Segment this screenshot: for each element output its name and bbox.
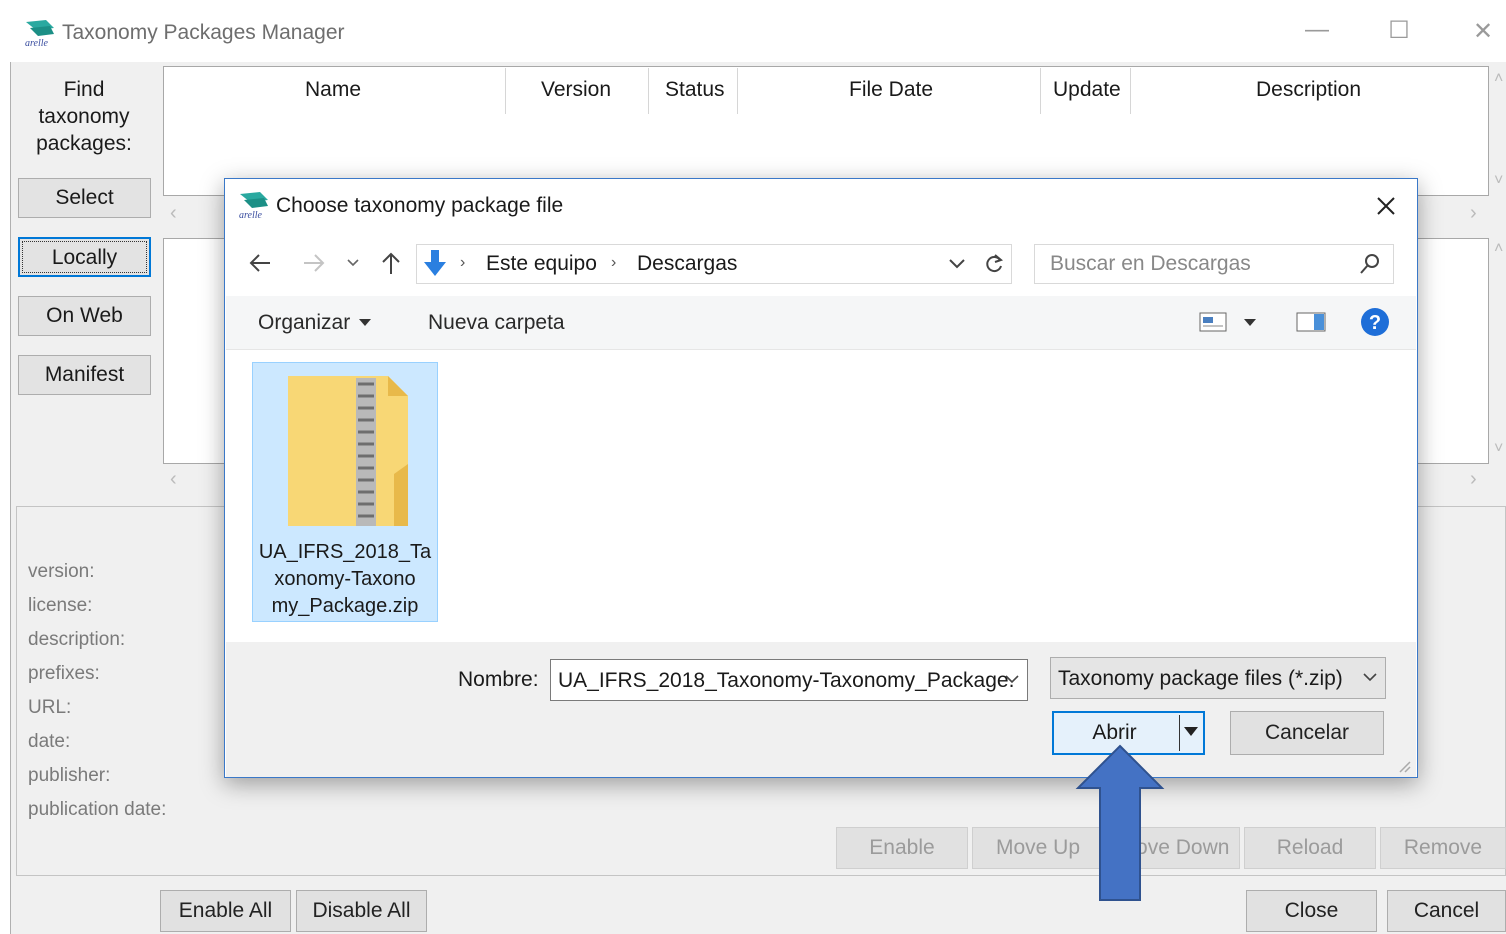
detail-label-url: URL: (28, 697, 72, 718)
column-separator (1040, 68, 1041, 114)
scroll-left-icon[interactable]: ‹ (170, 202, 177, 225)
svg-text:arelle: arelle (25, 38, 49, 48)
file-name-label: UA_IFRS_2018_Ta xonomy-Taxono my_Package… (256, 539, 434, 620)
filename-label: Nombre: (458, 668, 539, 691)
detail-label-description: description: (28, 629, 126, 650)
column-header-status[interactable]: Status (665, 78, 725, 102)
detail-label-version: version: (28, 561, 95, 582)
search-placeholder: Buscar en Descargas (1050, 252, 1251, 275)
dialog-title: Choose taxonomy package file (276, 194, 564, 217)
resize-grip-icon[interactable] (1396, 758, 1412, 774)
view-dropdown-icon[interactable] (1243, 318, 1257, 328)
scroll-left-icon[interactable]: ‹ (170, 468, 177, 491)
recent-locations-chevron-icon[interactable] (346, 258, 360, 268)
preview-pane-icon[interactable] (1296, 311, 1326, 333)
search-icon[interactable] (1358, 252, 1382, 276)
breadcrumb-este-equipo[interactable]: Este equipo (486, 252, 597, 276)
detail-label-license: license: (28, 595, 93, 616)
dialog-close-icon[interactable] (1376, 196, 1396, 216)
column-header-name[interactable]: Name (305, 78, 361, 102)
remove-button[interactable]: Remove (1380, 827, 1506, 869)
detail-label-prefixes: prefixes: (28, 663, 100, 684)
help-icon[interactable]: ? (1360, 307, 1390, 337)
minimize-icon[interactable]: — (1294, 16, 1340, 44)
close-icon[interactable]: ✕ (1460, 17, 1506, 46)
maximize-icon[interactable]: ☐ (1376, 16, 1422, 45)
column-separator (505, 68, 506, 114)
arelle-logo-icon: arelle (25, 20, 54, 48)
manifest-button[interactable]: Manifest (18, 355, 151, 395)
split-divider (1179, 715, 1180, 751)
enable-button[interactable]: Enable (836, 827, 968, 869)
arelle-logo-icon: arelle (239, 192, 268, 220)
scroll-right-icon[interactable]: › (1470, 468, 1477, 491)
scroll-right-icon[interactable]: › (1470, 202, 1477, 225)
close-button[interactable]: Close (1246, 890, 1377, 932)
filename-dropdown-icon[interactable] (1004, 674, 1020, 686)
file-name-line: my_Package.zip (271, 595, 419, 617)
scroll-down-icon[interactable]: ˅ (1494, 440, 1503, 458)
up-arrow-icon[interactable] (380, 250, 402, 276)
locally-button[interactable]: Locally (18, 237, 151, 277)
filename-value: UA_IFRS_2018_Taxonomy-Taxonomy_Package. (558, 669, 1015, 692)
scroll-up-icon[interactable]: ˄ (1494, 240, 1503, 258)
disable-all-button[interactable]: Disable All (296, 890, 427, 932)
open-button-label: Abrir (1092, 721, 1137, 744)
file-name-line: UA_IFRS_2018_Ta (258, 541, 432, 563)
breadcrumb-separator-icon: › (611, 254, 617, 271)
column-header-version[interactable]: Version (541, 78, 611, 102)
find-packages-label: Find taxonomy packages: (36, 78, 132, 155)
enable-all-button[interactable]: Enable All (160, 890, 291, 932)
column-separator (1130, 68, 1131, 114)
scroll-down-icon[interactable]: ˅ (1494, 172, 1503, 190)
filetype-dropdown-icon (1363, 673, 1377, 682)
address-dropdown-chevron-icon[interactable] (948, 258, 966, 270)
column-separator (648, 68, 649, 114)
organize-dropdown-icon (359, 319, 371, 326)
breadcrumb-separator-icon: › (460, 254, 466, 271)
dialog-cancel-button[interactable]: Cancelar (1230, 711, 1384, 755)
back-arrow-icon[interactable] (248, 252, 272, 274)
reload-button[interactable]: Reload (1244, 827, 1376, 869)
scroll-up-icon[interactable]: ˄ (1494, 70, 1503, 88)
downloads-arrow-icon (424, 250, 446, 276)
new-folder-button[interactable]: Nueva carpeta (428, 311, 565, 335)
organize-menu[interactable]: Organizar (258, 311, 350, 335)
svg-text:?: ? (1369, 312, 1381, 334)
view-options-icon[interactable] (1199, 311, 1227, 333)
detail-label-publisher: publisher: (28, 765, 111, 786)
detail-label-publication-date: publication date: (28, 799, 167, 820)
detail-label-date: date: (28, 731, 71, 752)
column-header-description[interactable]: Description (1256, 78, 1361, 102)
select-button[interactable]: Select (18, 178, 151, 218)
window-title: Taxonomy Packages Manager (62, 21, 345, 44)
column-separator (737, 68, 738, 114)
column-header-file-date[interactable]: File Date (849, 78, 933, 102)
svg-text:arelle: arelle (239, 210, 263, 220)
forward-arrow-icon[interactable] (302, 252, 326, 274)
cancel-button[interactable]: Cancel (1387, 890, 1506, 932)
open-dropdown-icon[interactable] (1183, 726, 1199, 738)
breadcrumb-descargas[interactable]: Descargas (637, 252, 737, 276)
column-header-update[interactable]: Update (1053, 78, 1121, 102)
file-name-line: xonomy-Taxono (274, 568, 416, 590)
dialog-toolbar (226, 296, 1416, 350)
annotation-arrow-icon (1075, 744, 1165, 901)
zip-folder-icon (288, 376, 408, 526)
on-web-button[interactable]: On Web (18, 296, 151, 336)
filetype-value: Taxonomy package files (*.zip) (1058, 667, 1343, 690)
refresh-icon[interactable] (983, 252, 1005, 276)
